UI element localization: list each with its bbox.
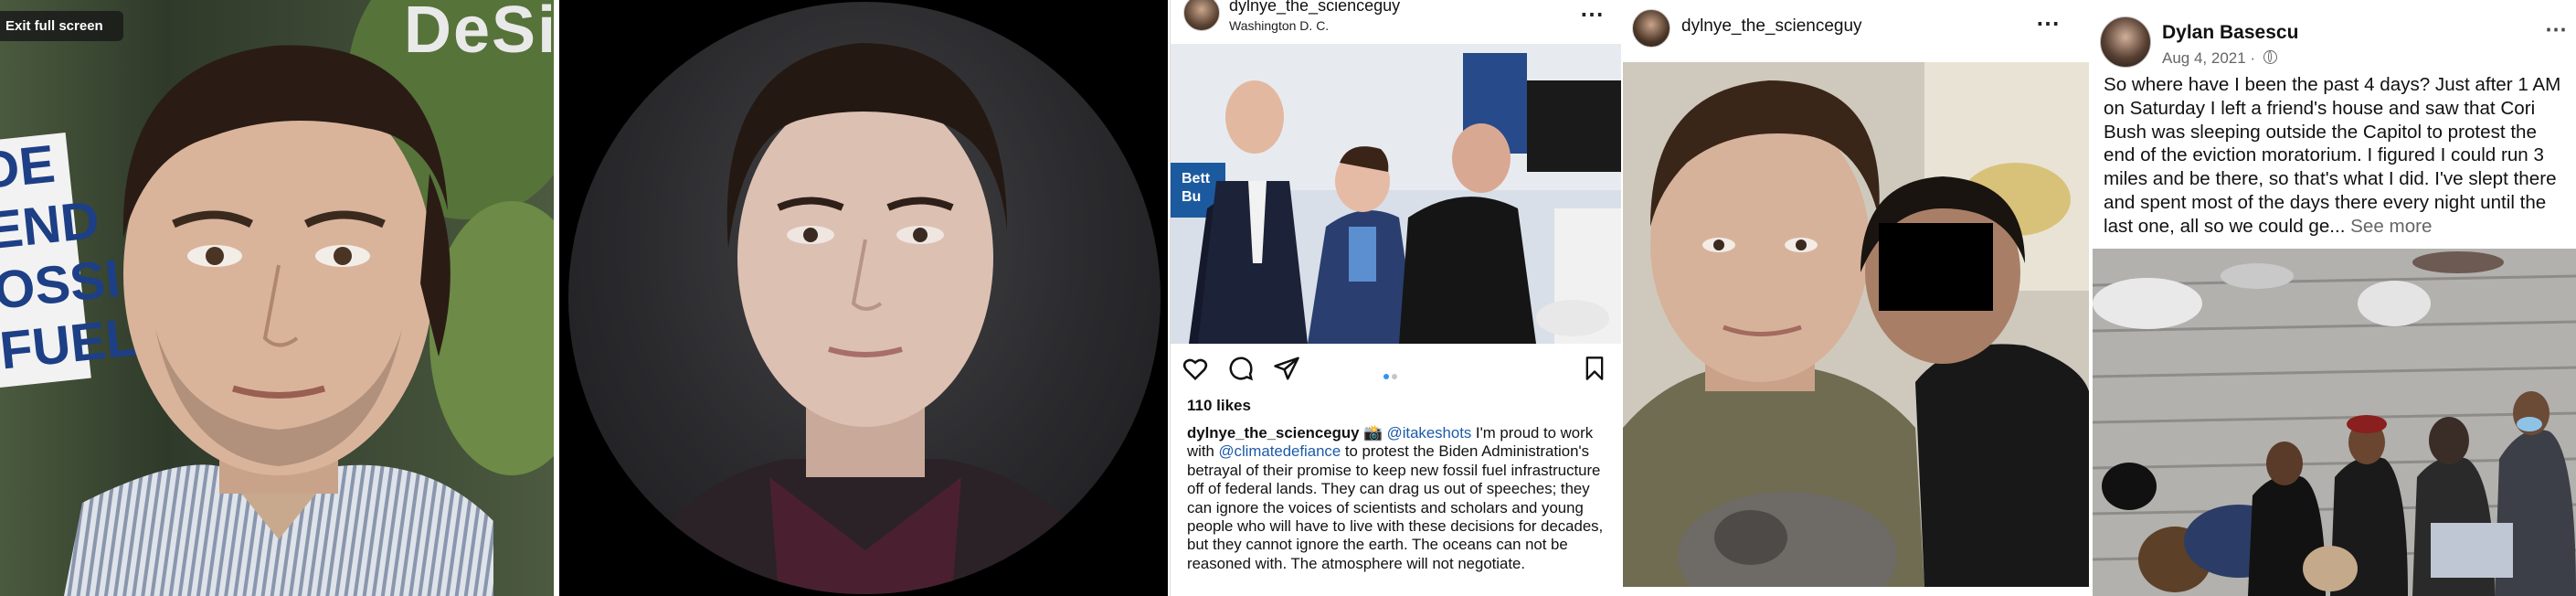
facebook-post: Dylan Basescu Aug 4, 2021 · ⋯ So where h… <box>2093 0 2576 596</box>
post-caption: dylnye_the_scienceguy 📸 @itakeshots I'm … <box>1187 424 1607 573</box>
globe-icon <box>2263 50 2277 64</box>
post-photo <box>1623 62 2089 587</box>
share-icon[interactable] <box>1273 355 1300 382</box>
instagram-selfie-post: dylnye_the_scienceguy ⋯ <box>1623 0 2089 596</box>
instagram-post: dylnye_the_scienceguy Washington D. C. ⋯… <box>1170 0 1621 596</box>
man-headshot <box>623 43 1117 594</box>
post-photo <box>2093 249 2576 596</box>
comment-icon[interactable] <box>1227 355 1255 382</box>
circular-headshot <box>568 2 1161 594</box>
mention-link[interactable]: @itakeshots <box>1387 424 1472 442</box>
more-options-icon[interactable]: ⋯ <box>2036 9 2060 37</box>
banner-text: Bett <box>1182 171 1211 186</box>
avatar[interactable] <box>2100 16 2151 68</box>
bookmark-icon[interactable] <box>1582 355 1607 382</box>
post-body: So where have I been the past 4 days? Ju… <box>2104 74 2561 237</box>
more-options-icon[interactable]: ⋯ <box>1580 0 1605 28</box>
protest-removal-photo: Bett Bu <box>1171 44 1621 344</box>
sign-line: DE <box>0 133 58 201</box>
protest-video-still: DeSi DE END OSSI FUEL Exit full screen <box>0 0 554 596</box>
post-action-bar <box>1171 346 1621 399</box>
likes-count[interactable]: 110 likes <box>1187 397 1251 415</box>
exit-fullscreen-button[interactable]: Exit full screen <box>0 11 123 41</box>
steps-sit-in-photo <box>2093 249 2576 596</box>
banner-text: Bu <box>1182 189 1201 205</box>
caption-text: to protest the Biden Administration's be… <box>1187 442 1604 572</box>
username-link[interactable]: dylnye_the_scienceguy <box>1681 16 1862 37</box>
see-more-link[interactable]: See more <box>2345 216 2432 237</box>
more-options-icon[interactable]: ⋯ <box>2545 16 2567 43</box>
avatar[interactable] <box>1183 0 1220 31</box>
caption-username[interactable]: dylnye_the_scienceguy <box>1187 424 1359 442</box>
post-text: So where have I been the past 4 days? Ju… <box>2104 73 2570 239</box>
carousel-indicator <box>1383 367 1400 384</box>
headshot-panel <box>559 0 1168 596</box>
post-photo: Bett Bu <box>1171 44 1621 344</box>
heart-icon[interactable] <box>1182 355 1209 382</box>
location-link[interactable]: Washington D. C. <box>1229 18 1329 33</box>
camera-emoji: 📸 <box>1363 424 1383 442</box>
post-header: dylnye_the_scienceguy Washington D. C. ⋯ <box>1171 0 1621 44</box>
avatar[interactable] <box>1632 9 1670 48</box>
selfie-photo <box>1623 62 2089 587</box>
author-name[interactable]: Dylan Basescu <box>2162 22 2298 44</box>
redaction-box <box>1879 223 1993 311</box>
mention-link[interactable]: @climatedefiance <box>1219 442 1341 460</box>
username-link[interactable]: dylnye_the_scienceguy <box>1229 0 1400 16</box>
post-date[interactable]: Aug 4, 2021 · <box>2162 49 2277 68</box>
post-date-text: Aug 4, 2021 · <box>2162 49 2260 67</box>
man-portrait <box>64 45 493 596</box>
